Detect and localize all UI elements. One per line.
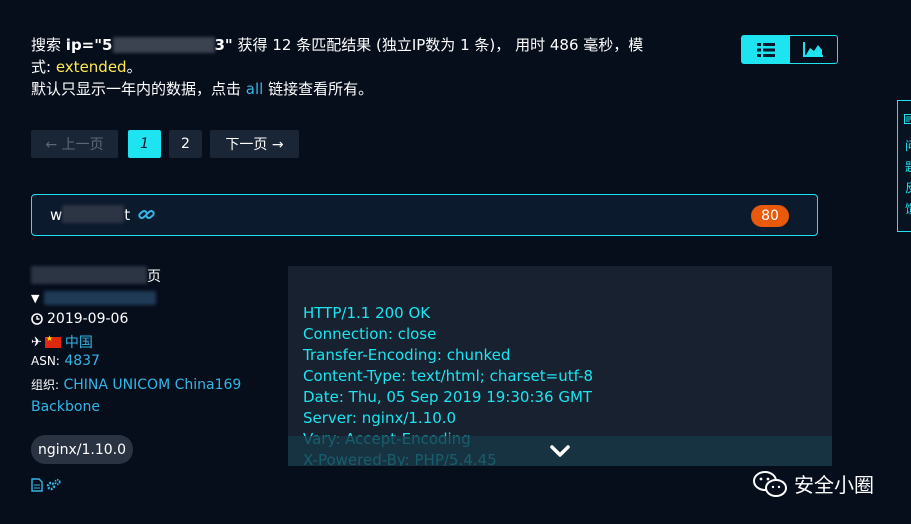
side-tab-char: 问 <box>905 137 911 154</box>
page-1-button[interactable]: 1 <box>128 130 161 158</box>
summary-search-label: 搜索 <box>31 36 62 54</box>
redaction-mask <box>31 266 147 284</box>
banner-line: Date: Thu, 05 Sep 2019 19:30:36 GMT <box>303 388 593 406</box>
summary-time-label: 用时 <box>515 36 546 54</box>
gear-icon[interactable] <box>46 478 61 492</box>
query-suffix: 3" <box>214 36 233 54</box>
watermark: 安全小圈 <box>752 469 874 498</box>
port-badge[interactable]: 80 <box>751 205 789 227</box>
chart-icon <box>803 42 824 57</box>
summary-matches: 条匹配结果 (独立IP数为 <box>296 36 456 54</box>
side-tab-char: 题 <box>905 158 911 175</box>
country-link[interactable]: 中国 <box>65 332 93 352</box>
meta-country-row: ✈ 中国 <box>31 332 93 352</box>
link-icon[interactable] <box>138 207 155 222</box>
result-title-start: w <box>50 206 63 224</box>
org-link-cont[interactable]: Backbone <box>31 399 100 415</box>
summary-ms: 毫秒，模 <box>583 36 644 54</box>
china-flag-icon <box>44 334 61 348</box>
redaction-mask <box>62 205 125 223</box>
summary-hint-end: 链接查看所有。 <box>268 80 374 98</box>
clock-icon <box>31 313 43 325</box>
banner-line: Connection: close <box>303 325 437 343</box>
meta-title-row: 页 <box>31 266 161 286</box>
query-prefix: ip="5 <box>65 36 113 54</box>
meta-asn-row: ASN: 4837 <box>31 353 100 369</box>
search-summary: 搜索 ip="5 3" 获得 12 条匹配结果 (独立IP数为 1 条)， 用时 … <box>31 34 691 100</box>
next-page-button[interactable]: 下一页 → <box>210 130 299 158</box>
all-link[interactable]: all <box>246 80 264 98</box>
summary-unit-close: 条)， <box>474 36 511 54</box>
feedback-side-tab[interactable]: 问 题 反 馈 <box>897 100 911 232</box>
meta-title-end: 页 <box>147 269 161 285</box>
summary-got: 获得 <box>237 36 268 54</box>
watermark-text: 安全小圈 <box>794 473 874 497</box>
result-date: 2019-09-06 <box>47 311 129 327</box>
plane-icon: ✈ <box>31 334 42 350</box>
caret-down-icon: ▼ <box>31 292 40 305</box>
asn-label: ASN: <box>31 354 60 368</box>
org-link[interactable]: CHINA UNICOM China169 <box>64 377 242 393</box>
wechat-icon <box>753 470 787 497</box>
search-mode: extended <box>55 58 127 76</box>
page-2-button[interactable]: 2 <box>169 130 202 158</box>
match-count: 12 <box>272 36 292 54</box>
prev-page-button[interactable]: ← 上一页 <box>31 130 118 158</box>
meta-hostname-row: ▼ <box>31 290 156 306</box>
meta-org-row: 组织: CHINA UNICOM China169 Backbone <box>31 374 271 418</box>
list-view-button[interactable] <box>742 36 790 63</box>
server-tag[interactable]: nginx/1.10.0 <box>31 435 133 464</box>
side-tab-char: 馈 <box>905 200 911 217</box>
feedback-icon <box>904 114 911 124</box>
document-icon[interactable] <box>31 478 43 492</box>
redaction-mask <box>112 37 215 53</box>
redaction-mask <box>43 291 156 305</box>
summary-mode-label: 式: <box>31 58 52 76</box>
list-icon <box>756 42 775 57</box>
chevron-down-icon[interactable] <box>550 444 570 458</box>
view-toggle <box>741 35 838 64</box>
banner-line: Content-Type: text/html; charset=utf-8 <box>303 367 594 385</box>
side-tab-char: 反 <box>905 179 911 196</box>
banner-line: Transfer-Encoding: chunked <box>303 346 511 364</box>
result-actions <box>31 478 61 492</box>
banner-line: HTTP/1.1 200 OK <box>303 304 431 322</box>
summary-period: 。 <box>126 58 142 76</box>
summary-hint: 默认只显示一年内的数据，点击 <box>31 80 242 98</box>
result-title[interactable]: wt <box>50 205 155 224</box>
elapsed-time: 486 <box>549 36 579 54</box>
chart-view-button[interactable] <box>790 36 838 63</box>
banner-line: Server: nginx/1.10.0 <box>303 409 457 427</box>
unique-ip-count: 1 <box>460 36 470 54</box>
asn-link[interactable]: 4837 <box>64 353 100 369</box>
result-title-end: t <box>124 206 131 224</box>
meta-date-row: 2019-09-06 <box>31 311 128 327</box>
org-label: 组织: <box>31 378 60 392</box>
http-banner-panel: HTTP/1.1 200 OK Connection: close Transfer… <box>288 266 832 466</box>
result-header: wt 80 <box>31 194 818 236</box>
